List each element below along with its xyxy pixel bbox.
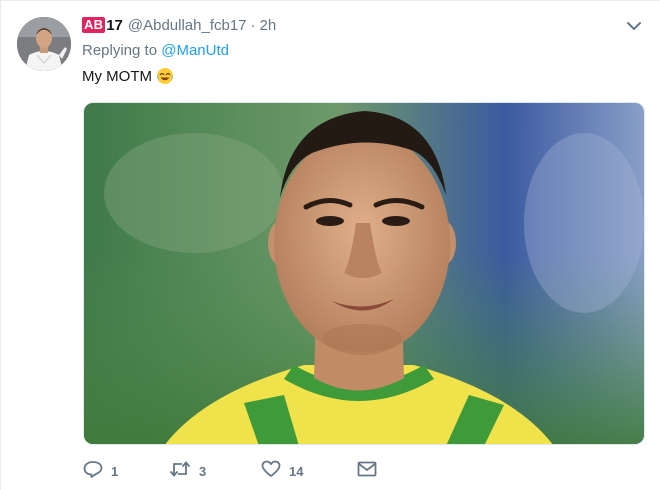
display-name[interactable]: 17 [106,17,123,34]
retweet-button[interactable]: 3 [169,460,261,483]
like-button[interactable]: 14 [261,460,357,483]
separator-dot: · [250,16,256,34]
display-name-badge[interactable]: AB [82,17,106,33]
like-count: 14 [289,463,304,479]
reply-button[interactable]: 1 [83,460,169,483]
retweet-count: 3 [199,463,207,479]
tweet-media-photo[interactable] [83,102,645,445]
mention-link[interactable]: @ManUtd [161,42,229,59]
timestamp[interactable]: 2h [260,17,277,34]
replying-prefix: Replying to [82,42,158,59]
user-handle[interactable]: @Abdullah_fcb17 [128,17,247,34]
avatar[interactable] [17,17,71,71]
tweet-actions: 1 3 14 [83,459,397,483]
retweet-icon [169,460,191,483]
direct-message-button[interactable] [357,461,397,482]
tweet-header: AB 17 @Abdullah_fcb17 · 2h [82,15,276,35]
heart-icon [261,460,281,483]
tweet-card[interactable]: AB 17 @Abdullah_fcb17 · 2h Replying to @… [0,0,660,490]
face-with-tears-of-joy-icon [156,67,174,85]
chevron-down-icon[interactable] [626,19,642,31]
reply-icon [83,460,103,483]
envelope-icon [357,461,377,482]
replying-to-line: Replying to @ManUtd [82,42,229,59]
reply-count: 1 [111,463,119,479]
tweet-text-content: My MOTM [82,67,152,85]
tweet-text: My MOTM [82,67,174,85]
